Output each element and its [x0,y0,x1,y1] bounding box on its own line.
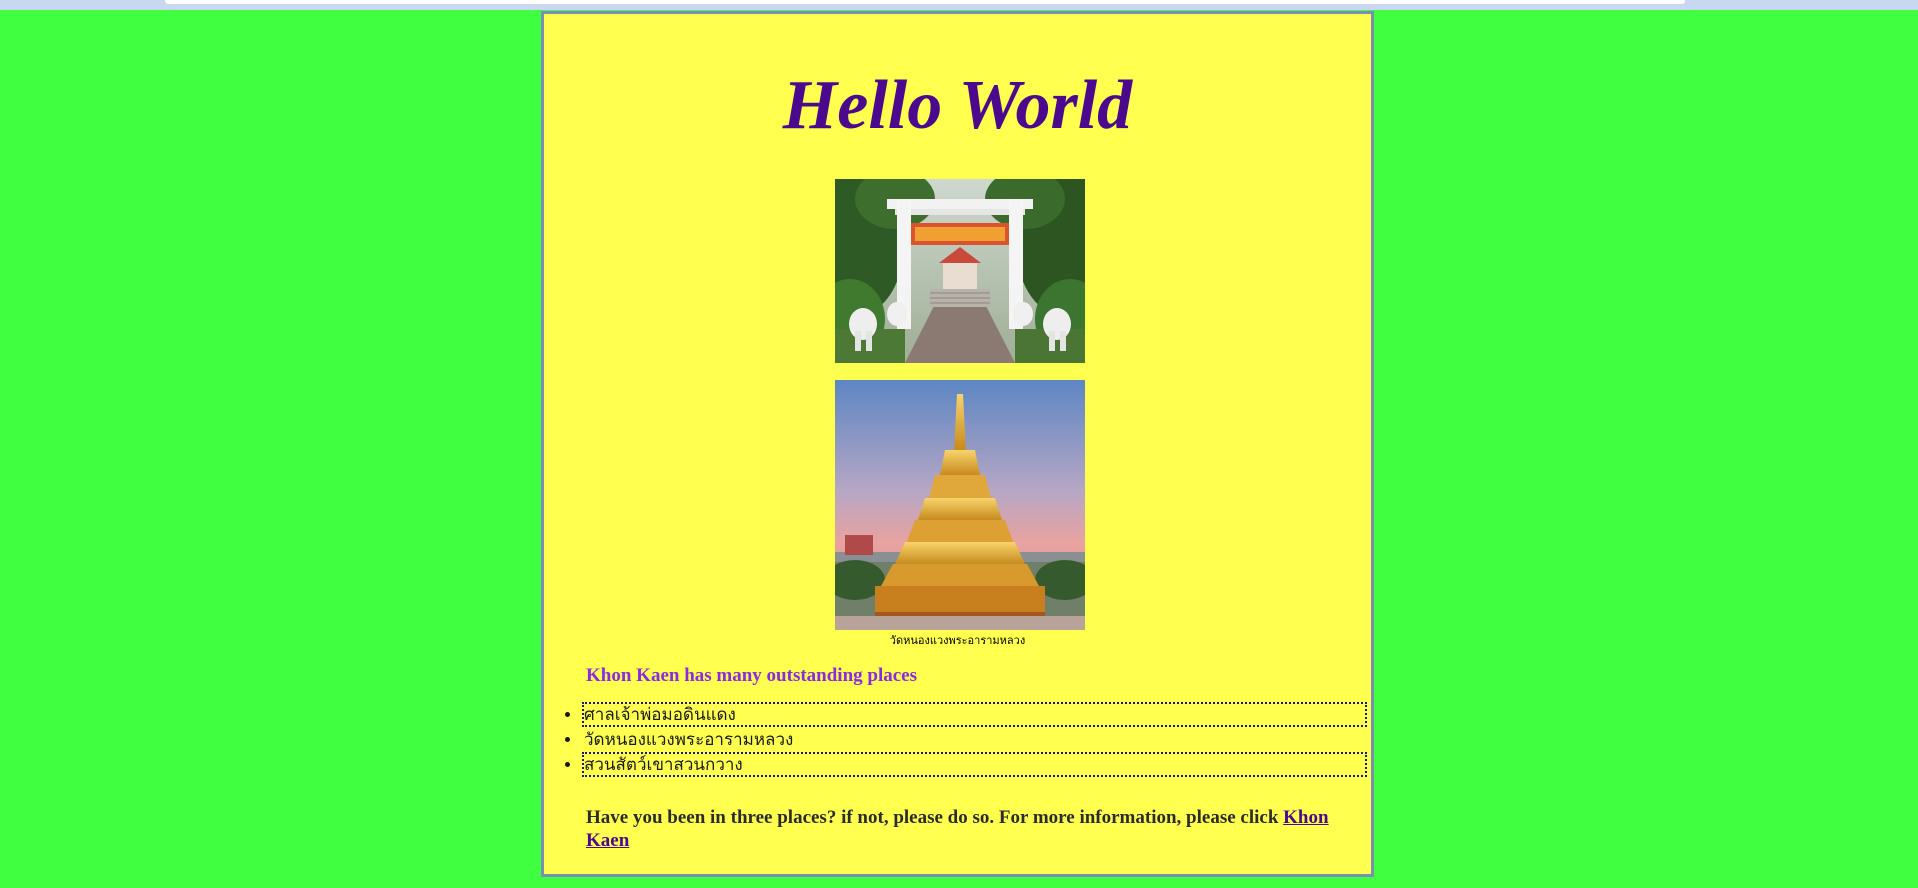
list-item-label: ศาลเจ้าพ่อมอดินแดง [584,705,736,725]
browser-top-bar-strip [165,0,1685,4]
list-item-label: วัดหนองแวงพระอารามหลวง [584,730,794,750]
places-list: ศาลเจ้าพ่อมอดินแดง วัดหนองแวงพระอารามหลว… [544,702,1371,777]
info-text: Have you been in three places? if not, p… [586,807,1284,828]
list-item-label: สวนสัตว์เขาสวนกวาง [584,755,743,775]
section-heading: Khon Kaen has many outstanding places [586,665,917,686]
page-title: Hello World [782,67,1133,144]
shrine-gate-photo [835,179,1085,363]
pagoda-photo [835,380,1085,630]
list-item: วัดหนองแวงพระอารามหลวง [582,727,1367,752]
photo-caption: วัดหนองแวงพระอารามหลวง [889,634,1026,647]
list-item: ศาลเจ้าพ่อมอดินแดง [582,702,1367,727]
browser-top-bar [0,0,1918,10]
list-item: สวนสัตว์เขาสวนกวาง [582,752,1367,777]
info-paragraph: Have you been in three places? if not, p… [586,806,1371,852]
content-card: Hello World วัดหนองแวงพระอารามหลวง Khon … [541,11,1374,877]
